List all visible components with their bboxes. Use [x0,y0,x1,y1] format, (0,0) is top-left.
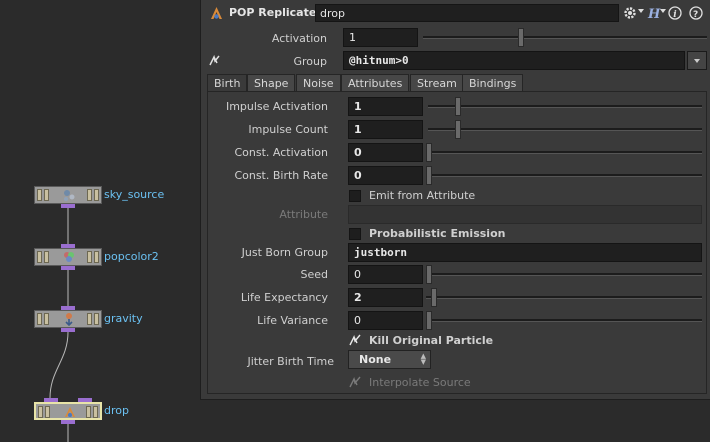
group-label: Group [293,55,328,68]
jitter-birth-time-value: None [359,353,392,366]
output-connector[interactable] [61,328,75,332]
node-label: drop [104,404,129,417]
pop-replicate-icon [211,7,222,19]
tab-bindings[interactable]: Bindings [462,74,524,92]
output-connector[interactable] [61,266,75,270]
life-variance-field[interactable]: 0 [348,311,423,330]
impulse-activation-slider[interactable] [428,97,702,116]
svg-text:i: i [673,10,677,20]
attribute-label: Attribute [279,208,328,221]
display-flag[interactable] [93,406,98,418]
node-label: gravity [104,312,143,325]
probabilistic-emission-checkbox[interactable] [349,228,361,240]
tab-birth[interactable]: Birth [207,74,248,92]
impulse-count-label: Impulse Count [248,123,328,136]
seed-field[interactable]: 0 [348,265,423,284]
display-flag[interactable] [94,251,99,263]
life-expectancy-label: Life Expectancy [240,291,328,304]
node-name-field[interactable]: drop [315,4,619,22]
color-node-icon [64,252,74,262]
template-flag[interactable] [87,313,92,325]
life-variance-slider[interactable] [426,311,702,330]
output-connector[interactable] [61,420,75,424]
pop-replicate-icon [65,407,75,417]
chevron-down-icon [694,59,700,63]
group-field[interactable]: @hitnum>0 [343,51,685,70]
const-birth-rate-label: Const. Birth Rate [234,169,328,182]
jitter-birth-time-label: Jitter Birth Time [247,355,334,368]
just-born-group-label: Just Born Group [241,246,328,259]
node-gravity[interactable]: gravity [34,306,143,332]
tab-noise[interactable]: Noise [296,74,341,92]
node-label: sky_source [104,188,165,201]
node-drop[interactable]: drop [34,398,129,424]
tab-attributes[interactable]: Attributes [341,74,410,92]
lock-flag[interactable] [45,406,50,418]
help-icon[interactable]: ? [688,5,704,21]
probabilistic-emission-label: Probabilistic Emission [369,227,506,240]
bypass-flag[interactable] [37,313,42,325]
activation-field[interactable]: 1 [343,28,418,47]
node-popcolor2[interactable]: popcolor2 [34,244,159,270]
impulse-count-slider[interactable] [428,120,702,139]
attribute-field[interactable] [348,205,702,224]
template-flag[interactable] [87,189,92,201]
bypass-flag[interactable] [37,189,42,201]
lock-flag[interactable] [44,189,49,201]
birth-tab-panel: Impulse Activation 1 Impulse Count 1 Con… [207,91,707,394]
emit-from-attribute-label: Emit from Attribute [369,189,476,202]
emit-from-attribute-checkbox[interactable] [349,190,361,202]
display-flag[interactable] [94,189,99,201]
output-connector[interactable] [61,204,75,208]
const-birth-rate-slider[interactable] [426,166,702,185]
node-label: popcolor2 [104,250,159,263]
up-down-arrows-icon: ▲ ▼ [420,352,426,366]
display-flag[interactable] [94,313,99,325]
parameter-header: POP Replicate drop H i ? [201,0,710,26]
node-wire [49,208,69,442]
bypass-flag[interactable] [38,406,43,418]
const-activation-slider[interactable] [426,143,702,162]
const-birth-rate-field[interactable]: 0 [348,166,423,185]
svg-text:H: H [647,7,661,21]
impulse-activation-label: Impulse Activation [225,100,328,113]
parameter-pane: POP Replicate drop H i ? Activation 1 Gr… [200,0,710,400]
tab-shape[interactable]: Shape [247,74,296,92]
const-activation-label: Const. Activation [234,146,329,159]
life-expectancy-slider[interactable] [426,288,702,307]
gravity-node-icon [65,313,73,326]
life-expectancy-field[interactable]: 2 [348,288,423,307]
group-dropdown-button[interactable] [687,51,707,70]
interpolate-source-checkbox[interactable] [349,376,361,388]
svg-text:?: ? [693,10,698,20]
network-editor[interactable]: sky_source popcolor2 gravity drop [0,0,200,442]
interpolate-source-label: Interpolate Source [369,376,471,389]
gear-icon[interactable] [622,5,638,21]
const-activation-field[interactable]: 0 [348,143,423,162]
source-node-icon [64,190,75,201]
impulse-count-field[interactable]: 1 [348,120,423,139]
houdini-help-icon[interactable]: H [645,5,661,21]
impulse-activation-field[interactable]: 1 [348,97,423,116]
jitter-birth-time-menu[interactable]: None ▲ ▼ [348,350,431,369]
bypass-flag[interactable] [37,251,42,263]
template-flag[interactable] [87,251,92,263]
chevron-down-icon[interactable] [660,9,666,13]
life-variance-label: Life Variance [257,314,328,327]
seed-slider[interactable] [426,265,702,284]
kill-original-particle-checkbox[interactable] [349,334,361,346]
info-icon[interactable]: i [667,5,683,21]
activation-label: Activation [271,32,327,45]
lock-flag[interactable] [44,251,49,263]
kill-original-particle-label: Kill Original Particle [369,334,494,347]
node-sky-source[interactable]: sky_source [34,186,164,208]
activation-slider[interactable] [423,28,707,47]
just-born-group-field[interactable]: justborn [348,243,702,262]
tab-stream[interactable]: Stream [410,74,464,92]
template-flag[interactable] [86,406,91,418]
lock-flag[interactable] [44,313,49,325]
seed-label: Seed [300,268,329,281]
chevron-down-icon[interactable] [638,9,644,13]
node-type-label: POP Replicate [229,6,317,19]
